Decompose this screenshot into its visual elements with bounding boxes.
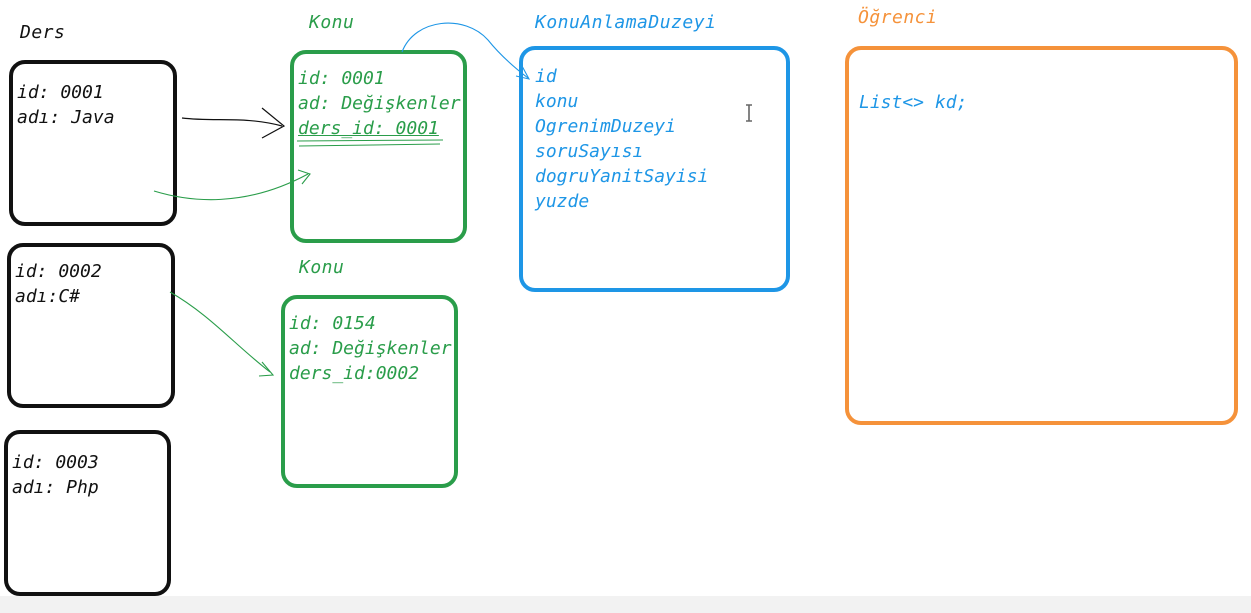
konu-1-ders-id: ders_id: 0001 bbox=[298, 118, 439, 139]
konu-anlama-field-ogrenim-duzeyi: OgrenimDuzeyi bbox=[535, 116, 676, 137]
ders-box-3: id: 0003 adı: Php bbox=[4, 430, 171, 596]
arrow-ders2-head bbox=[258, 361, 275, 377]
konu-box-1: id: 0001 ad: Değişkenler ders_id: 0001 bbox=[290, 50, 467, 243]
arrow-ders1-head bbox=[261, 107, 286, 139]
ders-1-name: adı: Java bbox=[17, 107, 115, 128]
konu-2-id: id: 0154 bbox=[289, 313, 376, 334]
konu-anlama-field-dogru-yanit-sayisi: dogruYanitSayisi bbox=[535, 166, 709, 187]
konu-1-id: id: 0001 bbox=[298, 68, 385, 89]
konu-anlama-field-id: id bbox=[535, 66, 557, 87]
konu-anlama-field-yuzde: yuzde bbox=[535, 191, 590, 212]
ders-2-name: adı:C# bbox=[15, 286, 81, 307]
diagram-canvas: Ders id: 0001 adı: Java id: 0002 adı:C# … bbox=[0, 0, 1251, 613]
text-cursor-icon bbox=[746, 104, 752, 122]
konu-box-2: id: 0154 ad: Değişkenler ders_id:0002 bbox=[281, 295, 458, 488]
ogrenci-title: Öğrenci bbox=[858, 7, 938, 28]
bottom-strip bbox=[0, 596, 1251, 613]
ders-box-1: id: 0001 adı: Java bbox=[9, 60, 177, 226]
ders-3-id: id: 0003 bbox=[12, 452, 99, 473]
konu-1-ad: ad: Değişkenler bbox=[298, 93, 461, 114]
ogrenci-box: List<> kd; bbox=[845, 46, 1238, 425]
arrow-ders2-to-konu2 bbox=[169, 291, 271, 373]
ders-3-name: adı: Php bbox=[12, 477, 99, 498]
konu-2-ders-id: ders_id:0002 bbox=[289, 363, 420, 384]
arrow-ders1-to-konu1 bbox=[181, 117, 283, 127]
ders-1-id: id: 0001 bbox=[17, 82, 104, 103]
ders-box-2: id: 0002 adı:C# bbox=[7, 243, 175, 408]
konu-2-ad: ad: Değişkenler bbox=[289, 338, 452, 359]
konu-anlama-box: id konu OgrenimDuzeyi soruSayısı dogruYa… bbox=[519, 46, 790, 292]
konu-anlama-field-soru-sayisi: soruSayısı bbox=[535, 141, 644, 162]
konu-anlama-field-konu: konu bbox=[535, 91, 579, 112]
ogrenci-field-list: List<> kd; bbox=[859, 92, 968, 113]
ders-title: Ders bbox=[20, 22, 66, 43]
konu-title-1: Konu bbox=[309, 12, 355, 33]
ders-2-id: id: 0002 bbox=[15, 261, 102, 282]
konu-title-2: Konu bbox=[299, 257, 345, 278]
konu-anlama-title: KonuAnlamaDuzeyi bbox=[535, 12, 717, 33]
arrow-ders1-green bbox=[153, 173, 309, 201]
